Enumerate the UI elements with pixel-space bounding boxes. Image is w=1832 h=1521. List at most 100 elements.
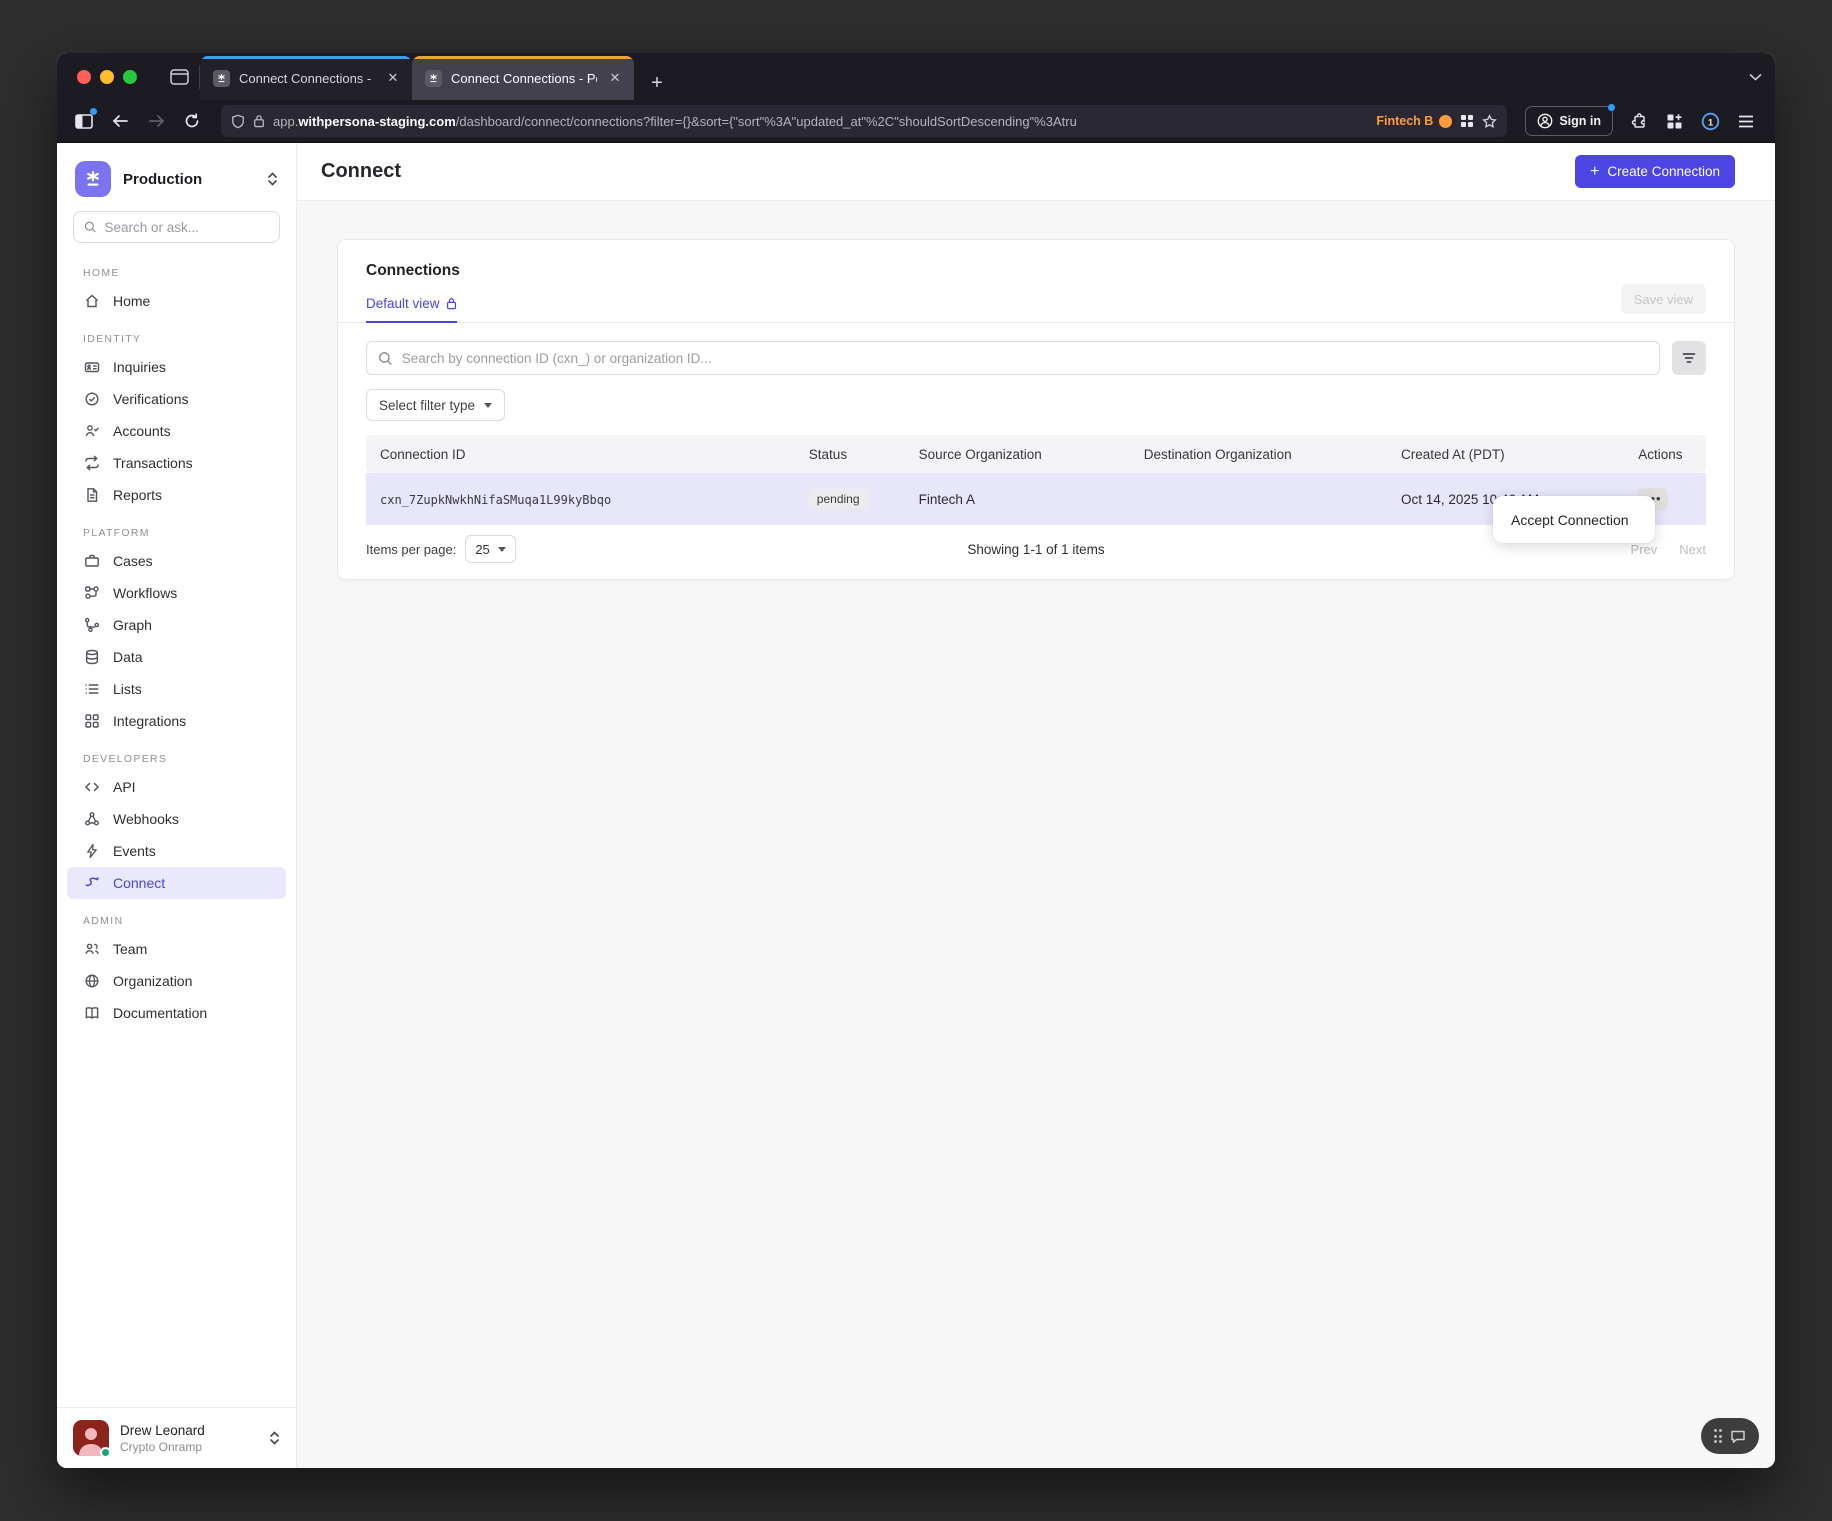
item-label: Team bbox=[113, 941, 147, 957]
save-view-button[interactable]: Save view bbox=[1621, 284, 1706, 314]
url-text: app.withpersona-staging.com/dashboard/co… bbox=[273, 114, 1368, 129]
new-tab-button[interactable]: + bbox=[640, 66, 674, 100]
sidebar-item-documentation[interactable]: Documentation bbox=[57, 997, 296, 1029]
sidebar-toggle-icon[interactable] bbox=[67, 106, 101, 136]
sidebar-item-cases[interactable]: Cases bbox=[57, 545, 296, 577]
item-label: Integrations bbox=[113, 713, 186, 729]
prev-page-button[interactable]: Prev bbox=[1631, 542, 1658, 557]
reload-button[interactable] bbox=[175, 106, 209, 136]
section-label: HOME bbox=[57, 251, 296, 285]
list-icon bbox=[83, 681, 100, 697]
chat-launcher[interactable] bbox=[1701, 1418, 1759, 1454]
browser-tab-1[interactable]: Connect Connections - Persona ✕ bbox=[200, 56, 412, 100]
search-input[interactable] bbox=[104, 220, 269, 235]
browser-tab-2-active[interactable]: Connect Connections - Persona ✕ bbox=[412, 56, 634, 100]
drag-handle-icon[interactable] bbox=[1714, 1429, 1723, 1443]
list-all-tabs-icon[interactable] bbox=[1735, 53, 1775, 100]
page-content: Connections Default view Save view bbox=[297, 201, 1775, 1468]
sidebar-item-data[interactable]: Data bbox=[57, 641, 296, 673]
connection-id-value: cxn_7ZupkNwkhNifaSMuqa1L99kyBbqo bbox=[380, 493, 611, 507]
sidebar-item-transactions[interactable]: Transactions bbox=[57, 447, 296, 479]
col-source-org: Source Organization bbox=[905, 435, 1130, 473]
tab-close-icon[interactable]: ✕ bbox=[384, 69, 402, 87]
col-destination-org: Destination Organization bbox=[1130, 435, 1387, 473]
container-stripe-blue bbox=[200, 56, 412, 59]
search-row bbox=[366, 341, 1706, 375]
id-card-icon bbox=[83, 359, 100, 375]
tab-title: Connect Connections - Persona bbox=[451, 71, 597, 86]
item-label: Connect bbox=[113, 875, 165, 891]
item-label: Graph bbox=[113, 617, 152, 633]
home-icon bbox=[83, 293, 100, 309]
item-label: Organization bbox=[113, 973, 192, 989]
filter-icon bbox=[1682, 352, 1696, 364]
onepassword-icon[interactable]: 1 bbox=[1693, 106, 1727, 136]
col-actions: Actions bbox=[1624, 435, 1706, 473]
firefox-view-icon[interactable] bbox=[159, 53, 199, 100]
shield-icon[interactable] bbox=[231, 114, 245, 129]
connection-search-input[interactable] bbox=[402, 351, 1648, 366]
zoom-window-button[interactable] bbox=[123, 70, 137, 84]
connect-icon bbox=[83, 875, 100, 891]
tab-close-icon[interactable]: ✕ bbox=[606, 69, 624, 87]
bookmark-star-icon[interactable] bbox=[1482, 114, 1497, 129]
minimize-window-button[interactable] bbox=[100, 70, 114, 84]
container-tab-label: Fintech B bbox=[1376, 114, 1452, 128]
sidebar-item-accounts[interactable]: Accounts bbox=[57, 415, 296, 447]
sidebar-nav: HOME Home IDENTITY Inquiries Verificatio… bbox=[57, 251, 296, 1407]
check-circle-icon bbox=[83, 391, 100, 407]
status-badge: pending bbox=[809, 489, 868, 509]
item-label: Home bbox=[113, 293, 150, 309]
chevron-updown-icon bbox=[267, 171, 278, 187]
back-button[interactable] bbox=[103, 106, 137, 136]
workspace-name: Production bbox=[123, 171, 255, 188]
filter-button[interactable] bbox=[1672, 341, 1706, 375]
forward-button[interactable] bbox=[139, 106, 173, 136]
col-connection-id: Connection ID bbox=[366, 435, 795, 473]
persona-favicon bbox=[213, 70, 230, 87]
browser-window: Connect Connections - Persona ✕ Connect … bbox=[57, 53, 1775, 1468]
sidebar-item-inquiries[interactable]: Inquiries bbox=[57, 351, 296, 383]
item-label: Reports bbox=[113, 487, 162, 503]
sidebar-item-lists[interactable]: Lists bbox=[57, 673, 296, 705]
sidebar-item-graph[interactable]: Graph bbox=[57, 609, 296, 641]
shortcuts-icon[interactable] bbox=[1460, 114, 1474, 128]
sidebar-item-team[interactable]: Team bbox=[57, 933, 296, 965]
briefcase-icon bbox=[83, 553, 100, 569]
online-status-dot bbox=[100, 1447, 111, 1458]
user-menu[interactable]: Drew Leonard Crypto Onramp bbox=[57, 1407, 296, 1468]
item-label: Documentation bbox=[113, 1005, 207, 1021]
sidebar-item-workflows[interactable]: Workflows bbox=[57, 577, 296, 609]
sidebar-item-reports[interactable]: Reports bbox=[57, 479, 296, 511]
select-filter-type-button[interactable]: Select filter type bbox=[366, 389, 505, 421]
close-window-button[interactable] bbox=[77, 70, 91, 84]
accept-connection-menu-item[interactable]: Accept Connection bbox=[1511, 512, 1629, 528]
sidebar-search[interactable] bbox=[73, 211, 280, 243]
sidebar-item-webhooks[interactable]: Webhooks bbox=[57, 803, 296, 835]
page-title: Connect bbox=[321, 160, 1575, 183]
sidebar-item-api[interactable]: API bbox=[57, 771, 296, 803]
sidebar-item-connect[interactable]: Connect bbox=[67, 867, 286, 899]
sidebar-item-organization[interactable]: Organization bbox=[57, 965, 296, 997]
sidebar: Production HOME Home IDENTITY Inquirie bbox=[57, 143, 297, 1468]
url-bar[interactable]: app.withpersona-staging.com/dashboard/co… bbox=[221, 105, 1507, 137]
notification-dot bbox=[90, 108, 97, 115]
next-page-button[interactable]: Next bbox=[1679, 542, 1706, 557]
tab-default-view[interactable]: Default view bbox=[366, 296, 457, 323]
sidebar-item-verifications[interactable]: Verifications bbox=[57, 383, 296, 415]
sidebar-item-integrations[interactable]: Integrations bbox=[57, 705, 296, 737]
signin-button[interactable]: Sign in bbox=[1525, 106, 1613, 136]
sidebar-item-events[interactable]: Events bbox=[57, 835, 296, 867]
extensions-puzzle-icon[interactable] bbox=[1621, 106, 1655, 136]
item-label: Accounts bbox=[113, 423, 171, 439]
plus-icon: + bbox=[1590, 164, 1599, 180]
create-connection-label: Create Connection bbox=[1607, 164, 1720, 179]
connection-search[interactable] bbox=[366, 341, 1660, 375]
window-controls bbox=[57, 53, 159, 100]
create-connection-button[interactable]: + Create Connection bbox=[1575, 155, 1735, 188]
menu-hamburger-icon[interactable] bbox=[1729, 106, 1763, 136]
workspace-switcher[interactable]: Production bbox=[57, 143, 296, 211]
lock-icon[interactable] bbox=[253, 114, 265, 128]
unified-extensions-icon[interactable] bbox=[1657, 106, 1691, 136]
sidebar-item-home[interactable]: Home bbox=[57, 285, 296, 317]
